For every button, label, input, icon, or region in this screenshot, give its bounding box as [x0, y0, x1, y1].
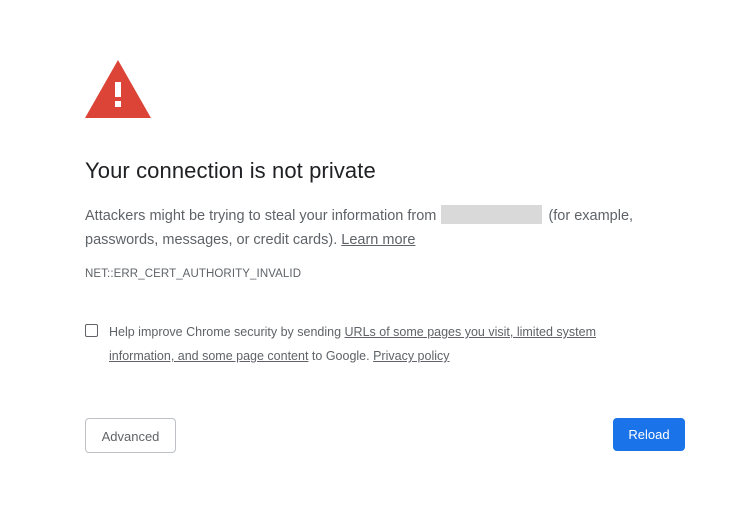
opt-in-label: Help improve Chrome security by sending … [109, 320, 649, 368]
opt-in-middle: to Google. [311, 349, 370, 363]
interstitial-page: Your connection is not private Attackers… [85, 0, 685, 518]
message-text-before: Attackers might be trying to steal your … [85, 208, 437, 224]
main-message: Attackers might be trying to steal your … [85, 204, 675, 252]
privacy-policy-link[interactable]: Privacy policy [373, 349, 449, 363]
opt-in-checkbox[interactable] [85, 324, 98, 337]
opt-in-prefix: Help improve Chrome security by sending [109, 325, 342, 339]
warning-triangle-icon [85, 60, 151, 118]
reload-button[interactable]: Reload [613, 418, 685, 451]
page-title: Your connection is not private [85, 158, 376, 183]
advanced-button[interactable]: Advanced [85, 418, 176, 453]
learn-more-link[interactable]: Learn more [341, 232, 415, 248]
redacted-hostname [441, 205, 543, 224]
error-code: NET::ERR_CERT_AUTHORITY_INVALID [85, 268, 302, 280]
